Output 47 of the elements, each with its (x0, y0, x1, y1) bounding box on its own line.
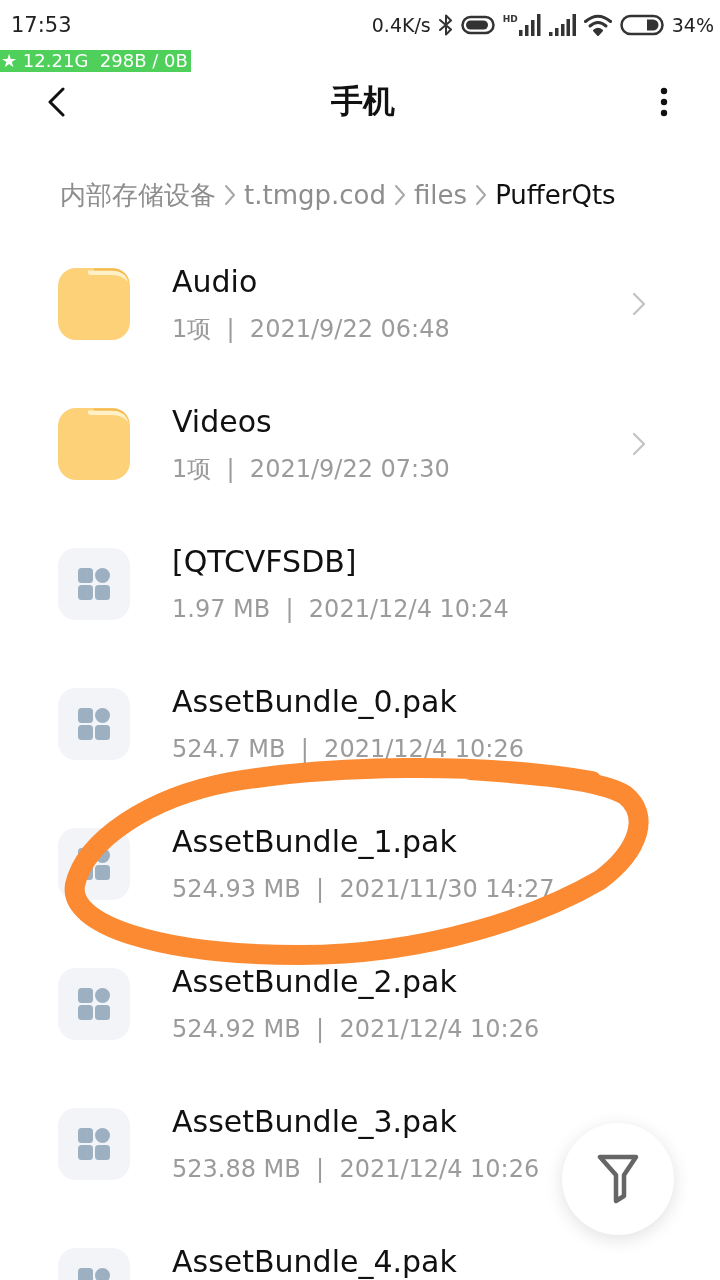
file-name: AssetBundle_1.pak (172, 825, 457, 859)
file-details: 1项 | 2021/9/22 07:30 (172, 454, 450, 484)
breadcrumb-item[interactable]: PufferQts (495, 180, 616, 210)
filter-icon (597, 1154, 639, 1204)
chevron-icon (393, 184, 406, 206)
traffic-overlay: ★ 12.21G 298B / 0B (0, 50, 191, 72)
more-icon (660, 87, 668, 117)
folder-icon (58, 408, 130, 480)
file-name: AssetBundle_3.pak (172, 1105, 457, 1139)
file-details: 1项 | 2021/9/22 06:48 (172, 314, 450, 344)
back-button[interactable] (47, 87, 65, 117)
status-time: 17:53 (11, 13, 72, 37)
battery-icon (619, 14, 664, 36)
chevron-icon (224, 184, 236, 206)
file-name: Audio (172, 265, 258, 299)
chevron-icon (475, 184, 488, 206)
file-name: AssetBundle_0.pak (172, 685, 457, 719)
hd-label: HD (502, 14, 518, 24)
signal-icon (518, 14, 541, 36)
file-details: 523.88 MB | 2021/12/4 10:26 (172, 1154, 540, 1184)
file-name: AssetBundle_2.pak (172, 965, 457, 999)
page-title: 手机 (330, 81, 395, 122)
breadcrumb-item[interactable]: t.tmgp.cod (244, 180, 386, 210)
file-icon (58, 1108, 130, 1180)
file-icon (58, 688, 130, 760)
file-details: 524.7 MB | 2021/12/4 10:26 (172, 734, 524, 764)
battery-percent: 34% (671, 14, 714, 36)
back-icon (47, 87, 65, 117)
chevron-icon (632, 432, 646, 456)
folder-icon (58, 268, 130, 340)
file-name: AssetBundle_4.pak (172, 1245, 457, 1279)
network-speed: 0.4K/s (371, 14, 431, 36)
wifi-icon (583, 14, 612, 36)
breadcrumb-item[interactable]: files (413, 180, 468, 210)
more-button[interactable] (660, 87, 668, 117)
file-details: 524.92 MB | 2021/12/4 10:26 (172, 1014, 540, 1044)
file-details: 524.93 MB | 2021/11/30 14:27 (172, 874, 555, 904)
signal-icon (548, 14, 576, 36)
file-icon (58, 548, 130, 620)
capsule-icon (460, 14, 495, 36)
file-name: Videos (172, 405, 272, 439)
file-icon (58, 968, 130, 1040)
chevron-icon (632, 292, 646, 316)
file-name: [QTCVFSDB] (172, 545, 357, 579)
file-details: 1.97 MB | 2021/12/4 10:24 (172, 594, 509, 624)
bluetooth-icon (438, 14, 453, 36)
breadcrumb-item[interactable]: 内部存储设备 (60, 177, 216, 213)
